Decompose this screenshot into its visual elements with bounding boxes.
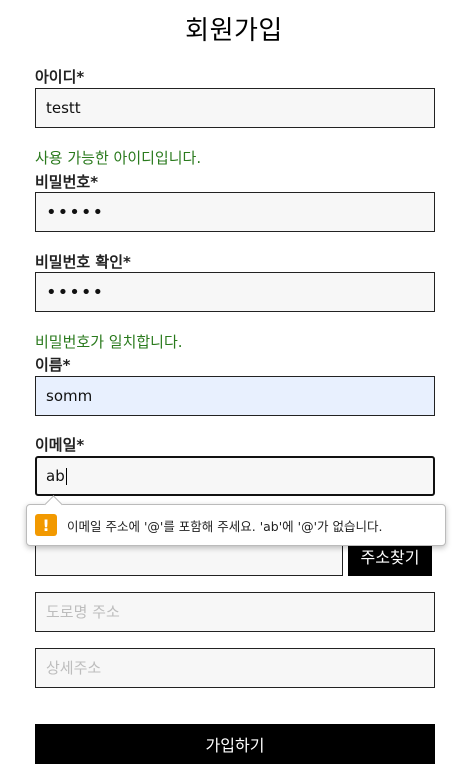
password-match-message: 비밀번호가 일치합니다. xyxy=(35,333,183,351)
email-label: 이메일* xyxy=(35,436,85,454)
email-input-value: ab xyxy=(46,467,65,485)
tooltip-arrow xyxy=(44,495,63,514)
page-title: 회원가입 xyxy=(185,16,283,46)
id-input[interactable] xyxy=(35,88,435,128)
id-available-message: 사용 가능한 아이디입니다. xyxy=(35,149,202,167)
email-input[interactable]: ab xyxy=(35,456,435,496)
id-label: 아이디* xyxy=(35,68,85,86)
email-validation-tooltip: ! 이메일 주소에 '@'를 포함해 주세요. 'ab'에 '@'가 없습니다. xyxy=(26,495,446,546)
password-confirm-input[interactable] xyxy=(35,272,435,312)
signup-submit-button[interactable]: 가입하기 xyxy=(35,724,435,764)
validation-message: 이메일 주소에 '@'를 포함해 주세요. 'ab'에 '@'가 없습니다. xyxy=(67,518,383,534)
warning-icon: ! xyxy=(35,514,57,536)
password-input[interactable] xyxy=(35,192,435,232)
text-caret xyxy=(65,467,67,485)
signup-page: 회원가입 아이디* 사용 가능한 아이디입니다. 비밀번호* 비밀번호 확인* … xyxy=(0,0,468,772)
name-label: 이름* xyxy=(35,356,71,374)
password-label: 비밀번호* xyxy=(35,173,99,191)
name-input[interactable] xyxy=(35,376,435,416)
detail-address-input[interactable] xyxy=(35,648,435,688)
road-address-input[interactable] xyxy=(35,592,435,632)
password-confirm-label: 비밀번호 확인* xyxy=(35,253,131,271)
